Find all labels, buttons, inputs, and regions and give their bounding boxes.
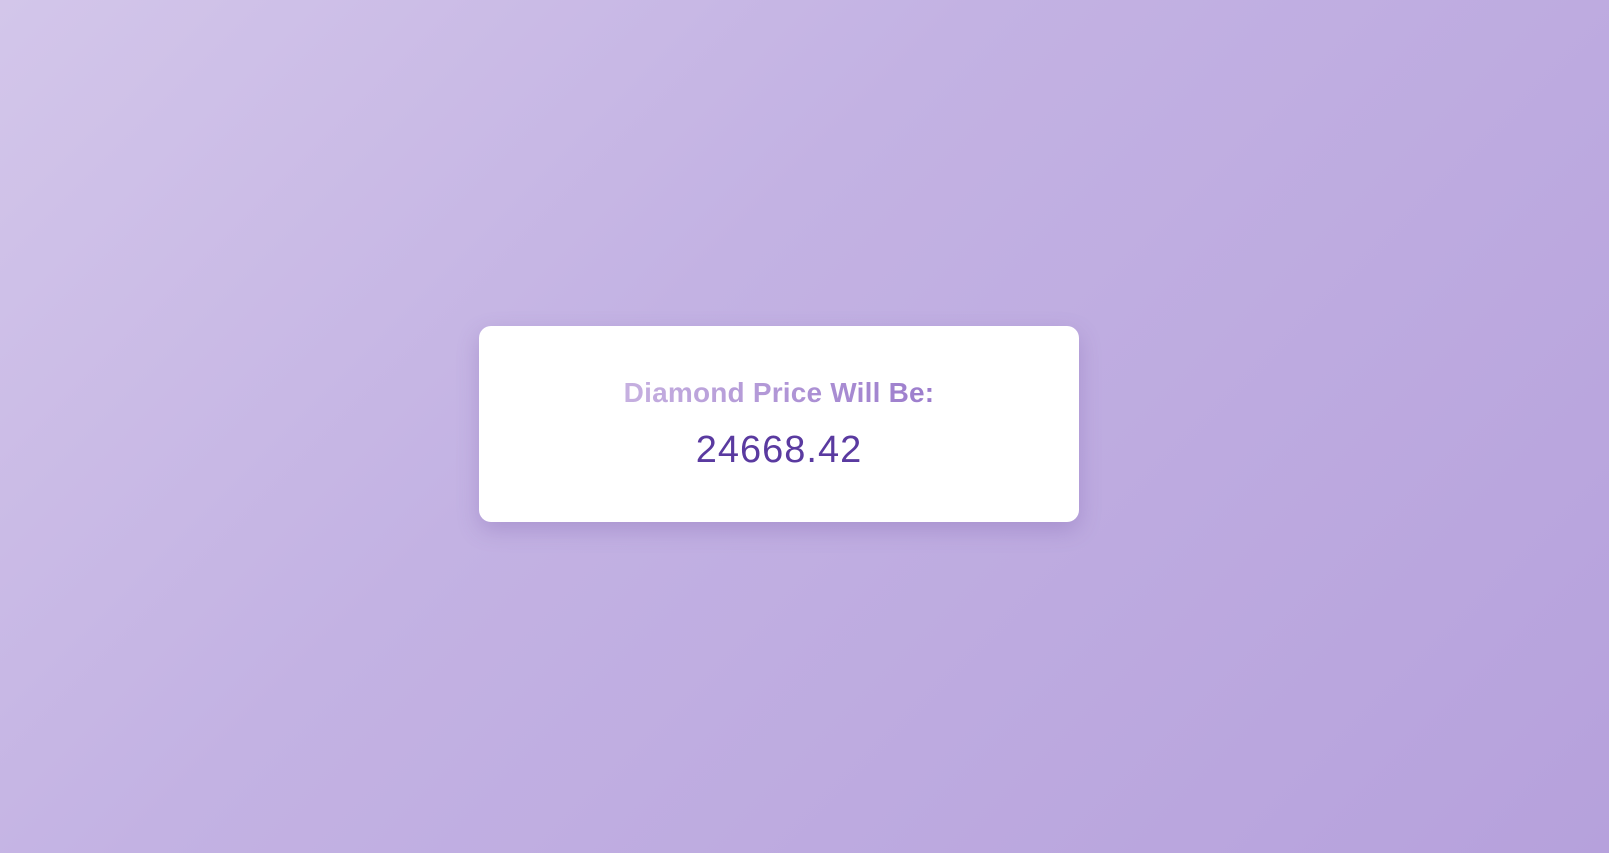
prediction-result-card: Diamond Price Will Be: 24668.42 bbox=[479, 326, 1079, 522]
predicted-price-value: 24668.42 bbox=[695, 428, 863, 471]
result-heading: Diamond Price Will Be: bbox=[623, 376, 935, 408]
